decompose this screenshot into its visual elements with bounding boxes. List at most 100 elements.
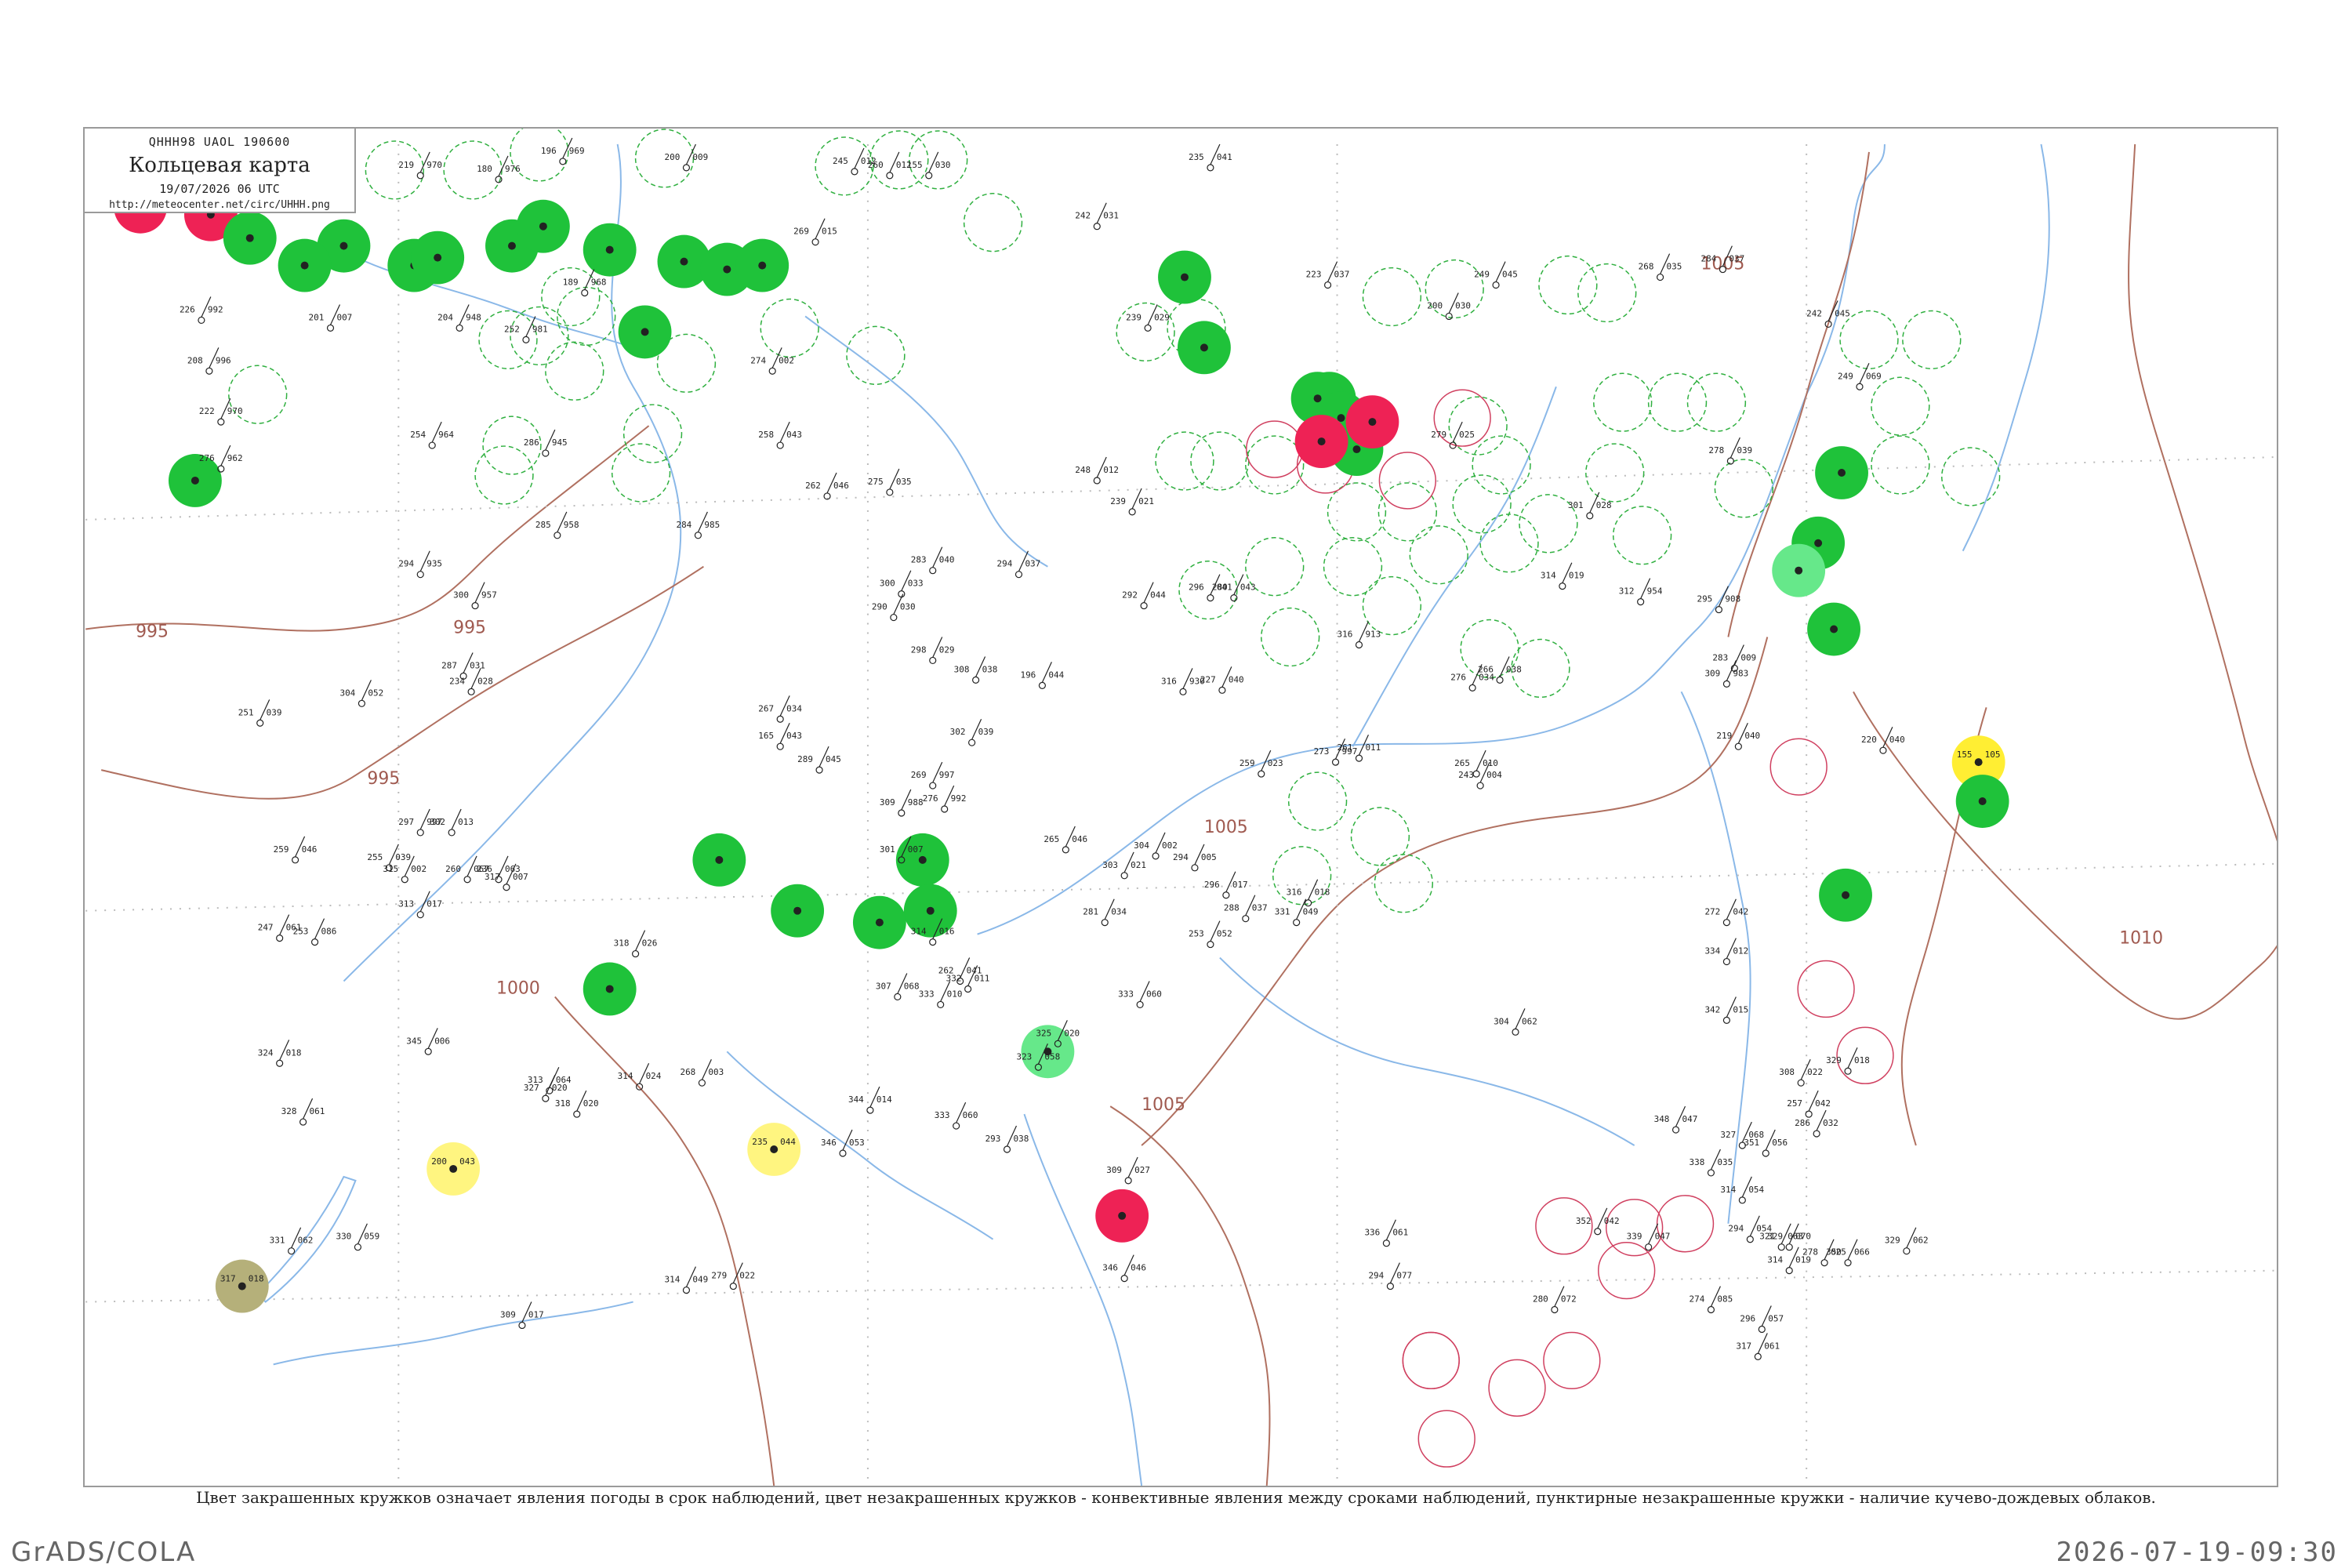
obs-pressure: 948 — [466, 312, 481, 322]
obs-temp: 278 — [1708, 445, 1724, 456]
obs-pressure: 957 — [481, 590, 497, 601]
obs-temp: 274 — [750, 355, 766, 365]
obs-temp: 313 — [528, 1075, 543, 1085]
obs-station-dot — [1707, 1305, 1715, 1314]
station-observation: 298 029 — [911, 637, 955, 665]
obs-station-dot — [1093, 223, 1101, 230]
obs-pressure: 047 — [1655, 1232, 1671, 1242]
station-observation: 303 021 — [1102, 851, 1146, 880]
obs-pressure: 992 — [951, 793, 967, 804]
obs-station-dot — [1805, 1110, 1813, 1118]
obs-station-dot — [894, 993, 902, 1001]
station-observation: 342 015 — [1704, 996, 1748, 1024]
obs-temp: 346 — [1102, 1263, 1118, 1273]
obs-station-dot — [217, 418, 225, 426]
obs-station-dot — [1820, 1259, 1828, 1267]
obs-station-dot — [1645, 1243, 1653, 1251]
obs-temp: 294 — [997, 559, 1013, 569]
station-observation: 286 945 — [524, 429, 568, 457]
station-observation: 200 030 — [1427, 292, 1471, 321]
obs-station-dot — [1722, 919, 1730, 927]
obs-temp: 304 — [1494, 1016, 1509, 1026]
obs-pressure: 007 — [336, 312, 352, 322]
obs-pressure: 029 — [939, 644, 955, 655]
station-observation: 155 030 — [907, 151, 951, 180]
cb-ring — [1472, 435, 1531, 495]
obs-temp: 257 — [1787, 1098, 1802, 1109]
obs-temp: 272 — [1704, 907, 1720, 917]
station-observation: 165 043 — [758, 722, 802, 750]
obs-station-dot — [1903, 1247, 1911, 1255]
obs-pressure: 021 — [1138, 496, 1154, 506]
obs-station-dot — [941, 805, 949, 813]
obs-temp: 196 — [541, 146, 557, 156]
obs-temp: 300 — [880, 579, 895, 589]
cb-ring — [1323, 537, 1383, 597]
obs-station-dot — [1038, 681, 1046, 689]
obs-temp: 346 — [821, 1138, 837, 1148]
station-observation: 284 985 — [676, 511, 720, 539]
station-rain — [852, 895, 906, 949]
map-url: http://meteocenter.net/circ/UHHH.png — [109, 199, 330, 211]
obs-station-dot — [1476, 782, 1484, 789]
obs-station-dot — [1101, 919, 1109, 927]
station-observation: 289 045 — [797, 746, 841, 774]
convective-ring — [1543, 1331, 1601, 1390]
obs-station-dot — [886, 488, 894, 496]
station-observation: 251 039 — [238, 699, 282, 727]
obs-station-dot — [401, 876, 408, 884]
obs-pressure: 056 — [1772, 1138, 1788, 1148]
station-dot — [1795, 566, 1803, 575]
obs-temp: 345 — [406, 1036, 422, 1046]
isobar-label: 1005 — [1142, 1095, 1185, 1115]
obs-pressure: 958 — [564, 520, 579, 530]
obs-temp: 331 — [270, 1236, 285, 1246]
convective-ring — [1246, 420, 1304, 478]
footer-software: GrADS/COLA — [11, 1537, 197, 1568]
obs-station-dot — [288, 1247, 296, 1255]
obs-pressure: 038 — [1013, 1134, 1029, 1144]
obs-temp: 298 — [911, 644, 927, 655]
station-rain — [735, 238, 789, 292]
station-temp: 317 — [220, 1274, 236, 1284]
station-observation: 300 957 — [453, 582, 497, 610]
obs-pressure: 086 — [321, 927, 337, 937]
obs-temp: 309 — [1704, 668, 1720, 678]
obs-pressure: 044 — [1150, 590, 1166, 601]
obs-pressure: 976 — [505, 164, 521, 174]
obs-pressure: 046 — [1072, 834, 1087, 844]
obs-station-dot — [937, 1000, 945, 1009]
obs-temp: 302 — [950, 727, 966, 737]
station-observation: 290 030 — [872, 593, 916, 622]
obs-pressure: 059 — [364, 1232, 379, 1242]
obs-temp: 333 — [1118, 989, 1134, 999]
obs-temp: 309 — [500, 1309, 516, 1319]
obs-temp: 259 — [1240, 758, 1255, 768]
obs-temp: 329 — [1767, 1232, 1783, 1242]
station-observation: 269 997 — [911, 761, 955, 789]
obs-pressure: 009 — [692, 152, 708, 162]
obs-station-dot — [1242, 915, 1250, 923]
obs-temp: 220 — [1861, 735, 1877, 745]
station-observation: 275 035 — [868, 468, 912, 496]
station-rain — [1178, 321, 1231, 375]
obs-station-dot — [866, 1106, 874, 1114]
station-observation: 227 040 — [1200, 666, 1244, 694]
obs-temp: 292 — [1122, 590, 1138, 601]
obs-temp: 283 — [1712, 652, 1728, 662]
station-observation: 239 029 — [1126, 304, 1170, 332]
obs-pressure: 049 — [692, 1275, 708, 1285]
obs-station-dot — [1844, 1067, 1852, 1075]
obs-pressure: 044 — [1048, 670, 1064, 680]
station-haze_light: 235 044 — [747, 1123, 801, 1176]
obs-station-dot — [416, 571, 424, 579]
station-observation: 279 022 — [711, 1262, 755, 1290]
grid-dotted-7 — [85, 1269, 2276, 1303]
station-rain — [583, 962, 637, 1016]
station-pressure: 018 — [249, 1274, 264, 1284]
cb-ring — [1190, 431, 1250, 491]
obs-station-dot — [1191, 864, 1199, 872]
obs-pressure: 983 — [1733, 668, 1748, 678]
station-observation: 314 049 — [665, 1266, 708, 1294]
obs-station-dot — [1207, 594, 1214, 602]
